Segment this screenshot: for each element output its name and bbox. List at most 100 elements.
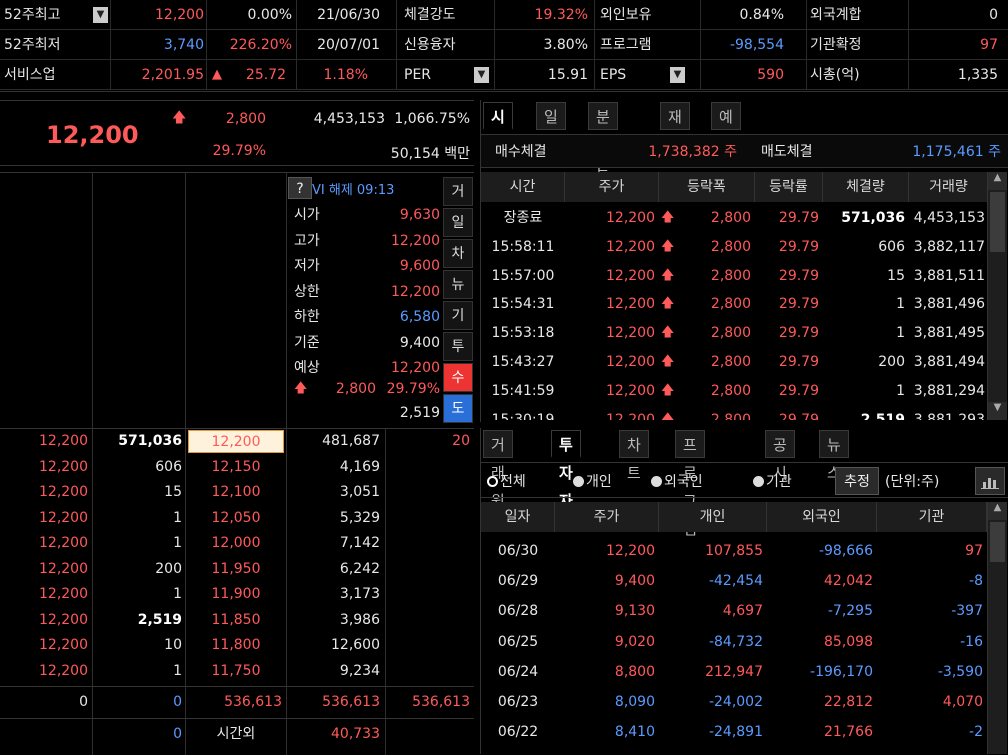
scrollbar[interactable]: ▲ ▼	[987, 172, 1007, 420]
tick-qty: 10	[164, 637, 182, 653]
tab-0[interactable]: 시간	[483, 102, 513, 154]
column-header[interactable]: 개인	[659, 502, 767, 532]
side-button[interactable]: 뉴	[443, 270, 473, 299]
individual-cell: -42,454	[708, 573, 763, 590]
price-info-row: 하한 6,580	[288, 305, 442, 329]
radio-option[interactable]: 전체	[487, 471, 526, 491]
info-value: 3.80%	[543, 37, 588, 53]
hoga-price[interactable]: 12,050	[188, 506, 284, 531]
column-header[interactable]: 등락폭	[659, 172, 755, 202]
info-value: 2,201.95	[141, 67, 204, 83]
time-row[interactable]: 장종료 12,200 🡅 2,800 29.79 571,036 4,453,153	[481, 204, 989, 232]
column-header[interactable]: 체결량	[823, 172, 909, 202]
orderbook-area: ? VI 해제 09:13 시가 9,630 고가 12,200 저가 9,600 상한 12…	[0, 172, 474, 429]
time-row[interactable]: 15:43:27 12,200 🡅 2,800 29.79 200 3,881,494	[481, 348, 989, 376]
investor-row[interactable]: 06/23 8,090 -24,002 22,812 4,070	[481, 687, 987, 717]
time-row[interactable]: 15:58:11 12,200 🡅 2,800 29.79 606 3,882,117	[481, 233, 989, 261]
side-button[interactable]: 도	[443, 394, 473, 423]
time-row[interactable]: 15:57:00 12,200 🡅 2,800 29.79 15 3,881,511	[481, 262, 989, 290]
tab-1[interactable]: 일자	[536, 102, 566, 154]
hoga-price[interactable]: 12,000	[188, 531, 284, 556]
estimate-button[interactable]: 추정	[835, 467, 879, 495]
tab-3[interactable]: 프로그램	[675, 430, 705, 538]
price-info-row: 기준 9,400	[288, 331, 442, 355]
up-arrow-icon: 🡅	[661, 296, 675, 312]
side-button[interactable]: 거	[443, 177, 473, 206]
investor-scrollbar[interactable]: ▲	[987, 502, 1007, 754]
scroll-up-icon[interactable]: ▲	[988, 502, 1007, 520]
price-info-value: 9,600	[399, 258, 440, 274]
info-pct: 0.00%	[247, 7, 292, 23]
side-button[interactable]: 투	[443, 332, 473, 361]
institution-cell: -8	[969, 573, 983, 590]
side-button[interactable]: 차	[443, 239, 473, 268]
column-header[interactable]: 거래량	[909, 172, 989, 202]
side-button[interactable]: 기	[443, 301, 473, 330]
grid-line	[206, 0, 207, 30]
column-header[interactable]: 주가	[565, 172, 659, 202]
dropdown-button[interactable]: ▼	[474, 67, 489, 83]
time-row[interactable]: 15:53:18 12,200 🡅 2,800 29.79 1 3,881,495	[481, 319, 989, 347]
radio-option[interactable]: 개인	[573, 471, 612, 491]
price-info-label: 하한	[294, 309, 320, 325]
time-table-header: 시간 주가 등락폭 등락률 체결량 거래량	[481, 172, 989, 202]
tick-row: 12,200 2,519 11,850 3,986	[0, 608, 474, 633]
tab-2[interactable]: 분차트	[588, 102, 618, 182]
time-cell: 15:30:19	[491, 411, 555, 420]
help-button[interactable]: ?	[288, 177, 312, 199]
investor-row[interactable]: 06/25 9,020 -84,732 85,098 -16	[481, 627, 987, 657]
foreign-cell: -196,170	[810, 663, 873, 680]
institution-cell: -2	[969, 724, 983, 741]
info-value: 0	[989, 7, 998, 23]
price-cell: 9,400	[614, 573, 655, 590]
dropdown-button[interactable]: ▼	[93, 7, 108, 23]
scroll-down-icon[interactable]: ▼	[988, 402, 1007, 420]
column-header[interactable]: 주가	[555, 502, 659, 532]
investor-row[interactable]: 06/22 8,410 -24,891 21,766 -2	[481, 717, 987, 747]
time-row[interactable]: 15:30:19 12,200 🡅 2,800 29.79 2,519 3,881,293	[481, 406, 989, 420]
side-button[interactable]: 수	[443, 363, 473, 392]
radio-icon	[651, 475, 662, 487]
investor-row[interactable]: 06/28 9,130 4,697 -7,295 -397	[481, 596, 987, 626]
side-button[interactable]: 일	[443, 208, 473, 237]
hoga-price[interactable]: 12,200	[188, 430, 284, 453]
change-cell: 2,800	[710, 411, 751, 420]
column-header[interactable]: 기관	[877, 502, 987, 532]
top-info-row: 서비스업 2,201.95 ▲ 25.72 1.18% PER ▼ 15.91 EPS ▼ 590 시…	[0, 60, 1008, 90]
tab-2[interactable]: 차트	[619, 430, 649, 482]
column-header[interactable]: 시간	[481, 172, 565, 202]
tab-0[interactable]: 거래원	[483, 430, 513, 510]
tab-4[interactable]: 공시	[765, 430, 795, 482]
radio-option[interactable]: 기관	[753, 471, 792, 491]
investor-row[interactable]: 06/30 12,200 107,855 -98,666 97	[481, 536, 987, 566]
scroll-thumb[interactable]	[990, 192, 1005, 252]
sell-trade-value: 1,175,461 주	[912, 144, 1001, 160]
hoga-price[interactable]: 11,750	[188, 659, 284, 684]
radio-icon	[573, 475, 584, 487]
date-cell: 06/29	[497, 573, 539, 590]
tab-1[interactable]: 투자자	[551, 430, 581, 510]
tab-5[interactable]: 뉴스	[819, 430, 849, 482]
change-cell: 2,800	[710, 267, 751, 284]
scroll-thumb[interactable]	[990, 522, 1005, 562]
column-header[interactable]: 등락률	[755, 172, 823, 202]
hoga-price[interactable]: 12,100	[188, 480, 284, 505]
hoga-price[interactable]: 12,150	[188, 455, 284, 480]
bar-chart-icon[interactable]	[975, 467, 1005, 495]
investor-row[interactable]: 06/24 8,800 212,947 -196,170 -3,590	[481, 657, 987, 687]
scroll-up-icon[interactable]: ▲	[988, 172, 1007, 190]
hoga-price[interactable]: 11,900	[188, 582, 284, 607]
dropdown-button[interactable]: ▼	[670, 67, 685, 83]
tab-4[interactable]: 예상	[711, 102, 741, 154]
investor-row[interactable]: 06/29 9,400 -42,454 42,042 -8	[481, 566, 987, 596]
hoga-price[interactable]: 11,800	[188, 633, 284, 658]
radio-option[interactable]: 외국인	[651, 471, 703, 491]
hoga-price[interactable]: 11,950	[188, 557, 284, 582]
time-row[interactable]: 15:54:31 12,200 🡅 2,800 29.79 1 3,881,496	[481, 290, 989, 318]
tab-3[interactable]: 재무	[660, 102, 690, 154]
column-header[interactable]: 일자	[481, 502, 555, 532]
time-row[interactable]: 15:41:59 12,200 🡅 2,800 29.79 1 3,881,294	[481, 377, 989, 405]
total-b: 0	[173, 694, 182, 710]
column-header[interactable]: 외국인	[767, 502, 877, 532]
hoga-price[interactable]: 11,850	[188, 608, 284, 633]
